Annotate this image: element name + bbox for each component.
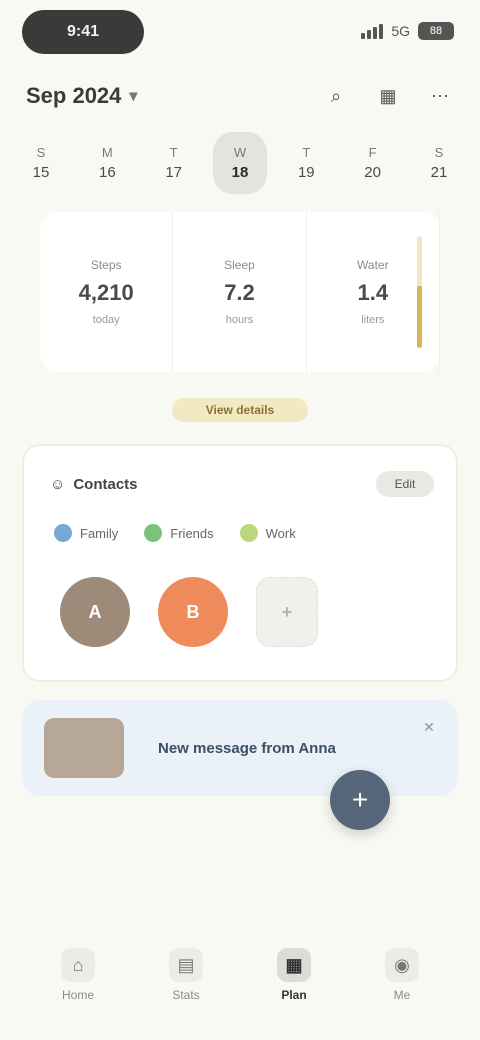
status-bar: 9:41 5G 88 bbox=[0, 0, 480, 64]
day-label: T bbox=[302, 145, 311, 160]
day-tue[interactable]: T 17 bbox=[147, 132, 201, 194]
contact-groups: Family Friends Work bbox=[54, 516, 434, 550]
group-label: Family bbox=[80, 525, 119, 541]
day-wed-selected[interactable]: W 18 bbox=[212, 132, 267, 194]
stat-value: 7.2 bbox=[224, 280, 255, 305]
status-time: 9:41 bbox=[22, 10, 144, 54]
edit-contacts-button[interactable]: Edit bbox=[376, 471, 434, 497]
day-date: 20 bbox=[364, 164, 381, 181]
calendar-icon[interactable]: ▦ bbox=[372, 80, 404, 112]
avatar[interactable]: A bbox=[60, 577, 130, 647]
stat-label: Sleep bbox=[224, 258, 255, 272]
group-label: Friends bbox=[170, 525, 214, 541]
contacts-header: ☺ Contacts Edit bbox=[50, 470, 434, 498]
add-contact-button[interactable]: + bbox=[256, 577, 318, 647]
stat-value: 1.4 bbox=[357, 280, 389, 305]
calendar-icon: ▦ bbox=[277, 948, 311, 982]
day-thu[interactable]: T 19 bbox=[279, 132, 333, 194]
details-link[interactable]: View details bbox=[172, 398, 308, 422]
month-selector[interactable]: Sep 2024 ▾ bbox=[26, 78, 137, 114]
stat-label: Water bbox=[357, 258, 389, 272]
day-date: 18 bbox=[231, 164, 249, 181]
contact-avatars: A B + bbox=[60, 576, 440, 648]
search-icon[interactable]: ⌕ bbox=[320, 80, 352, 112]
network-label: 5G bbox=[391, 23, 410, 39]
stat-label: Steps bbox=[90, 258, 122, 272]
header: Sep 2024 ▾ ⌕ ▦ ⋯ bbox=[0, 72, 480, 120]
day-fri[interactable]: F 20 bbox=[346, 132, 400, 194]
chart-icon: ▤ bbox=[169, 948, 203, 982]
day-label: S bbox=[36, 145, 46, 160]
add-button[interactable]: + bbox=[330, 770, 390, 830]
stat-unit: liters bbox=[361, 314, 385, 326]
group-chip-work[interactable]: Work bbox=[239, 516, 296, 550]
nav-label: Stats bbox=[172, 988, 200, 1002]
nav-me[interactable]: ◉ Me bbox=[366, 948, 438, 1002]
more-icon[interactable]: ⋯ bbox=[424, 80, 456, 112]
battery-icon: 88 bbox=[418, 22, 454, 40]
group-dot-icon bbox=[239, 524, 258, 542]
signal-icon bbox=[361, 23, 384, 39]
group-label: Work bbox=[265, 525, 296, 541]
contacts-title: ☺ Contacts bbox=[50, 476, 138, 493]
status-icons: 5G 88 bbox=[361, 14, 454, 48]
day-date: 19 bbox=[297, 164, 315, 181]
message-banner[interactable]: New message from Anna ✕ bbox=[22, 700, 458, 796]
avatar[interactable]: B bbox=[158, 577, 228, 647]
day-sat[interactable]: S 21 bbox=[412, 132, 466, 194]
group-chip-family[interactable]: Family bbox=[54, 516, 118, 550]
day-label: T bbox=[169, 145, 178, 160]
stats-card[interactable]: Steps 4,210 today Sleep 7.2 hours Water … bbox=[40, 212, 440, 372]
nav-plan[interactable]: ▦ Plan bbox=[258, 948, 330, 1002]
day-label: M bbox=[101, 145, 113, 160]
close-icon[interactable]: ✕ bbox=[416, 714, 442, 740]
bottom-nav: ⌂ Home ▤ Stats ▦ Plan ◉ Me bbox=[0, 930, 480, 1020]
nav-stats[interactable]: ▤ Stats bbox=[150, 948, 222, 1002]
day-date: 16 bbox=[98, 164, 116, 181]
page-title: Sep 2024 bbox=[26, 83, 122, 108]
nav-label: Home bbox=[61, 988, 94, 1002]
banner-text: New message from Anna bbox=[158, 739, 336, 757]
group-dot-icon bbox=[54, 524, 72, 542]
day-sun[interactable]: S 15 bbox=[14, 132, 68, 194]
progress-fill bbox=[417, 286, 422, 348]
banner-thumbnail bbox=[44, 718, 124, 778]
stat-unit: hours bbox=[225, 314, 254, 326]
stat-unit: today bbox=[92, 314, 120, 326]
header-actions: ⌕ ▦ ⋯ bbox=[320, 80, 456, 112]
nav-label: Me bbox=[393, 988, 411, 1002]
home-icon: ⌂ bbox=[61, 948, 95, 982]
nav-home[interactable]: ⌂ Home bbox=[42, 948, 114, 1002]
day-label: W bbox=[233, 145, 247, 160]
day-label: F bbox=[368, 145, 377, 160]
day-mon[interactable]: M 16 bbox=[80, 132, 134, 194]
user-icon: ◉ bbox=[385, 948, 419, 982]
day-date: 15 bbox=[32, 164, 50, 181]
week-strip: S 15 M 16 T 17 W 18 T 19 F 20 S 21 bbox=[14, 132, 466, 194]
day-date: 17 bbox=[165, 164, 182, 181]
day-date: 21 bbox=[430, 164, 448, 181]
people-icon: ☺ bbox=[50, 475, 66, 493]
group-dot-icon bbox=[144, 524, 163, 542]
chevron-down-icon: ▾ bbox=[129, 88, 138, 105]
stat-sleep: Sleep 7.2 hours bbox=[173, 212, 307, 372]
group-chip-friends[interactable]: Friends bbox=[144, 516, 214, 550]
nav-label: Plan bbox=[281, 988, 307, 1002]
stat-steps: Steps 4,210 today bbox=[40, 212, 174, 372]
progress-bar bbox=[417, 236, 422, 348]
contacts-title-label: Contacts bbox=[73, 475, 138, 493]
stat-value: 4,210 bbox=[78, 280, 134, 305]
day-label: S bbox=[434, 145, 444, 160]
contacts-card: ☺ Contacts Edit Family Friends Work A B … bbox=[22, 444, 458, 682]
